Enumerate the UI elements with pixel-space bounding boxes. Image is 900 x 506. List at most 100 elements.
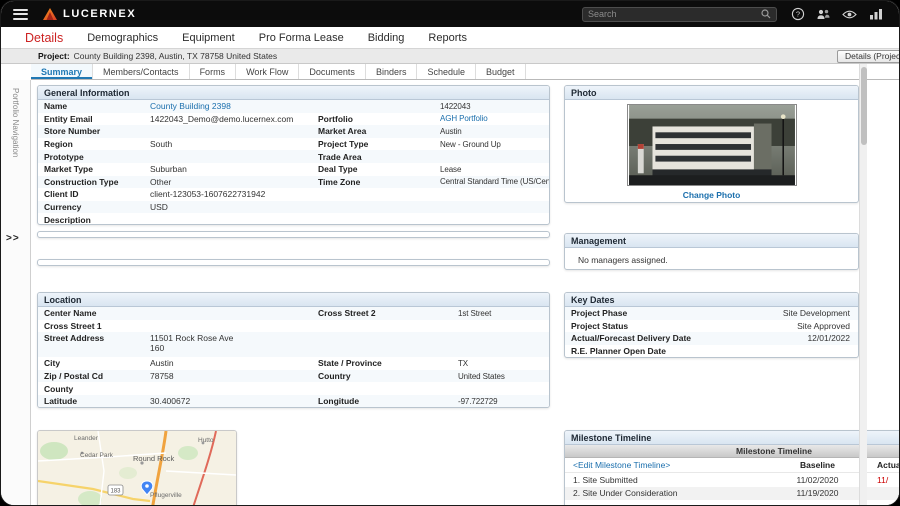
top-bar: LUCERNEX ?: [1, 1, 899, 27]
field-label: Trade Area: [318, 151, 362, 162]
field-label: Client ID: [44, 189, 79, 200]
panel-title: Key Dates: [565, 293, 858, 307]
milestone-baseline-date: 11/19/2020: [796, 488, 839, 499]
panel-title: General Information: [38, 86, 549, 100]
field-label: Latitude: [44, 396, 78, 407]
collapsed-panel[interactable]: [37, 259, 550, 266]
tab-pro-forma-lease[interactable]: Pro Forma Lease: [259, 32, 344, 44]
photo-panel: Photo Change Photo: [564, 85, 859, 203]
app-window: LUCERNEX ? Details Demograp: [0, 0, 900, 506]
field-value: Austin: [150, 358, 174, 369]
tab-reports[interactable]: Reports: [428, 32, 467, 44]
breadcrumb: Project: County Building 2398, Austin, T…: [1, 48, 899, 64]
field-value: 1st Street: [458, 308, 492, 318]
portfolio-link[interactable]: AGH Portfolio: [440, 114, 549, 123]
field-label: Cross Street 1: [44, 320, 102, 331]
map-label-cedar-park: Cedar Park: [80, 452, 114, 459]
menu-icon[interactable]: [13, 8, 28, 20]
subtab-forms[interactable]: Forms: [190, 64, 237, 79]
field-row: Region South Project Type New - Ground U…: [38, 138, 549, 151]
field-value: USD: [150, 202, 168, 213]
svg-text:183: 183: [110, 489, 121, 495]
field-value: client-123053-1607622731942: [150, 189, 266, 200]
field-value: -97.722729: [458, 396, 498, 406]
panel-title: Location: [38, 293, 549, 307]
details-project-button[interactable]: Details (Project): [837, 50, 899, 63]
field-label: Deal Type: [318, 164, 358, 175]
field-row: Center Name Cross Street 2 1st Street: [38, 307, 549, 320]
field-row: Name County Building 2398 1422043: [38, 100, 549, 113]
panel-title: Management: [565, 234, 858, 248]
field-label: Portfolio: [318, 113, 353, 124]
milestone-column-header-row: <Edit Milestone Timeline> Baseline Actua…: [565, 458, 899, 473]
subtab-summary[interactable]: Summary: [31, 64, 94, 79]
field-row: Store Number Market Area Austin: [38, 125, 549, 138]
field-label: Time Zone: [318, 176, 361, 187]
field-label: State / Province: [318, 358, 382, 369]
column-actual: Actual: [877, 460, 899, 470]
field-label: Longitude: [318, 396, 360, 407]
field-row: Latitude 30.400672 Longitude -97.722729: [38, 394, 549, 407]
subtab-binders[interactable]: Binders: [366, 64, 418, 79]
tab-equipment[interactable]: Equipment: [182, 32, 235, 44]
expand-nav-chevrons-icon[interactable]: >>: [6, 233, 20, 244]
field-row: Construction Type Other Time Zone Centra…: [38, 175, 549, 189]
field-value: South: [150, 139, 173, 150]
field-label: Zip / Postal Cd: [44, 371, 104, 382]
collapsed-panel[interactable]: [37, 231, 550, 238]
milestone-table-header: Milestone Timeline: [565, 445, 899, 458]
street-address-value: 11501 Rock Rose Ave 160: [150, 333, 318, 353]
key-date-row: Project Status Site Approved: [565, 320, 858, 333]
panel-title: Milestone Timeline: [565, 431, 899, 445]
field-label: Project Type: [318, 139, 369, 150]
portfolio-navigation-strip[interactable]: Portfolio Navigation: [1, 80, 31, 505]
users-icon[interactable]: [816, 7, 831, 22]
vertical-scrollbar[interactable]: [859, 64, 867, 505]
milestone-row: 2. Site Under Consideration 11/19/2020: [565, 486, 899, 500]
field-label: Cross Street 2: [318, 308, 376, 319]
field-value: Austin: [440, 126, 462, 136]
search-input[interactable]: [588, 9, 761, 19]
change-photo-link[interactable]: Change Photo: [683, 190, 741, 200]
search-icon: [761, 9, 771, 19]
help-icon[interactable]: ?: [790, 7, 805, 22]
field-value: Other: [150, 176, 172, 187]
chart-icon[interactable]: [868, 7, 883, 22]
field-row: Street Address 11501 Rock Rose Ave 160: [38, 332, 549, 358]
subtab-documents[interactable]: Documents: [299, 64, 366, 79]
field-row: Market Type Suburban Deal Type Lease: [38, 163, 549, 176]
field-value-alert: 12/01/2022: [807, 333, 850, 344]
subtab-work-flow[interactable]: Work Flow: [236, 64, 300, 79]
search-box[interactable]: [582, 6, 777, 22]
tab-demographics[interactable]: Demographics: [87, 32, 158, 44]
scrollbar-thumb[interactable]: [861, 67, 867, 145]
subtab-schedule[interactable]: Schedule: [417, 64, 476, 79]
field-row: Client ID client-123053-1607622731942: [38, 188, 549, 201]
field-value: Central Standard Time (US/Central): [440, 177, 549, 187]
location-panel: Location Center Name Cross Street 2 1st …: [37, 292, 550, 408]
field-label: Project Phase: [571, 308, 628, 319]
location-map[interactable]: Leander Cedar Park Round Rock Hutto Pflu…: [37, 430, 237, 505]
field-value: United States: [458, 371, 505, 381]
eye-icon[interactable]: [842, 7, 857, 22]
field-row: Cross Street 1: [38, 320, 549, 333]
subtab-budget[interactable]: Budget: [476, 64, 526, 79]
edit-milestone-timeline-link[interactable]: <Edit Milestone Timeline>: [565, 460, 770, 470]
key-date-row: Project Phase Site Development: [565, 307, 858, 320]
field-label: County: [44, 383, 74, 394]
tab-details[interactable]: Details: [25, 31, 63, 45]
main-tab-bar: Details Demographics Equipment Pro Forma…: [1, 27, 899, 48]
subtab-members-contacts[interactable]: Members/Contacts: [93, 64, 190, 79]
field-value: Site Approved: [797, 320, 850, 331]
key-date-row: R.E. Planner Open Date: [565, 345, 858, 358]
project-name-link[interactable]: County Building 2398: [150, 101, 318, 111]
topbar-icons: ?: [790, 7, 883, 22]
milestone-name: 1. Site Submitted: [573, 474, 638, 485]
tab-bidding[interactable]: Bidding: [368, 32, 405, 44]
field-label: Region: [44, 139, 73, 150]
field-row: Entity Email 1422043_Demo@demo.lucernex.…: [38, 113, 549, 126]
milestone-timeline-panel: Milestone Timeline Milestone Timeline <E…: [564, 430, 899, 505]
panel-title: Photo: [565, 86, 858, 100]
field-label: Store Number: [44, 126, 101, 137]
field-value: 78758: [150, 371, 174, 382]
